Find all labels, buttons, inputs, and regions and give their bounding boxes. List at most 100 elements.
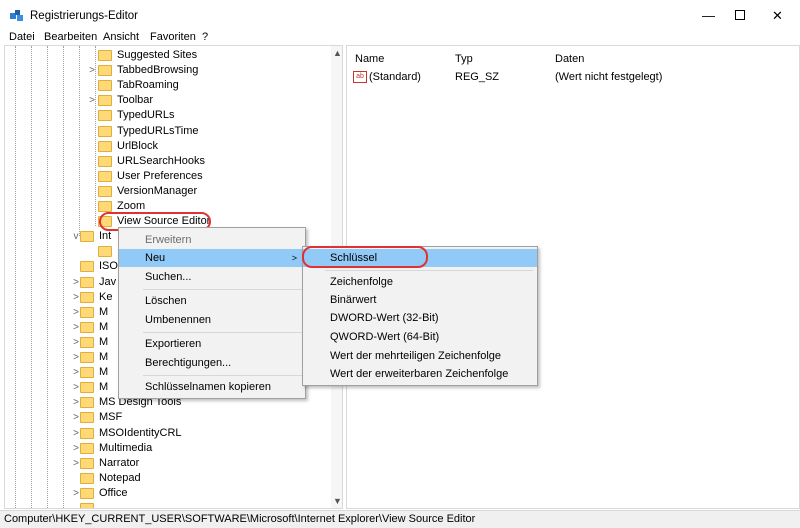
tree-item[interactable]: > TabbedBrowsing	[5, 63, 325, 78]
folder-icon	[98, 140, 112, 152]
tree-item-label: VersionManager	[117, 184, 198, 197]
tree-item[interactable]: > MSOIdentityCRL	[5, 426, 325, 441]
menu-separator	[143, 332, 303, 333]
tree-item-label: Int	[99, 230, 112, 243]
tree-item-label: Narrator	[99, 456, 140, 469]
folder-icon	[80, 261, 94, 273]
folder-icon	[80, 503, 94, 508]
tree-item-label: TypedURLs	[117, 109, 175, 122]
folder-icon	[80, 472, 94, 484]
folder-icon	[98, 201, 112, 212]
title-bar: Registrierungs-Editor — ✕	[0, 0, 800, 31]
submenu-item-multi-string[interactable]: Wert der mehrteiligen Zeichenfolge	[303, 347, 537, 365]
tree-item[interactable]: Suggested Sites	[5, 48, 325, 63]
folder-icon	[80, 276, 94, 288]
menu-help[interactable]: ?	[202, 31, 208, 43]
status-bar: Computer\HKEY_CURRENT_USER\SOFTWARE\Micr…	[0, 510, 800, 528]
tree-item[interactable]: > Narrator	[5, 456, 325, 471]
menu-item-umbenennen[interactable]: Umbenennen	[119, 311, 305, 329]
folder-icon	[98, 246, 112, 258]
tree-item[interactable]: > Office	[5, 486, 325, 501]
folder-icon	[80, 397, 94, 409]
menu-ansicht[interactable]: Ansicht	[103, 31, 139, 43]
value-type: REG_SZ	[455, 71, 500, 83]
menu-item-erweitern[interactable]: Erweitern	[119, 231, 305, 249]
minimize-icon: —	[702, 8, 715, 23]
menu-bar: Datei Bearbeiten Ansicht Favoriten ?	[0, 31, 800, 45]
tree-item[interactable]	[5, 501, 325, 508]
folder-icon	[80, 442, 94, 454]
value-data: (Wert nicht festgelegt)	[555, 71, 663, 83]
menu-item-berechtigungen[interactable]: Berechtigungen...	[119, 354, 305, 372]
submenu-item-qword[interactable]: QWORD-Wert (64-Bit)	[303, 328, 537, 346]
menu-item-schluesselnamen-kopieren[interactable]: Schlüsselnamen kopieren	[119, 378, 305, 396]
context-menu: Erweitern Neu > Suchen... Löschen Umbene…	[118, 227, 306, 399]
tree-item[interactable]: URLSearchHooks	[5, 154, 325, 169]
close-button[interactable]: ✕	[755, 0, 800, 31]
annotation-oval-submenu	[302, 246, 428, 268]
chevron-right-icon[interactable]: >	[87, 93, 97, 108]
folder-icon	[80, 231, 94, 243]
tree-item-label: MSOIdentityCRL	[99, 426, 182, 439]
menu-item-suchen[interactable]: Suchen...	[119, 268, 305, 286]
tree-item-label: TabRoaming	[117, 79, 179, 92]
menu-item-exportieren[interactable]: Exportieren	[119, 335, 305, 353]
value-name: (Standard)	[369, 71, 421, 83]
tree-item[interactable]: TypedURLsTime	[5, 124, 325, 139]
folder-icon	[80, 427, 94, 439]
tree-item[interactable]: Notepad	[5, 471, 325, 486]
folder-icon	[98, 125, 112, 137]
list-item[interactable]: ab (Standard) REG_SZ (Wert nicht festgel…	[353, 70, 793, 85]
tree-item[interactable]: > MSF	[5, 410, 325, 425]
menu-separator	[143, 289, 303, 290]
submenu-item-dword[interactable]: DWORD-Wert (32-Bit)	[303, 309, 537, 327]
tree-item-label: URLSearchHooks	[117, 154, 206, 167]
folder-icon	[80, 352, 94, 363]
tree-item[interactable]: > Multimedia	[5, 441, 325, 456]
tree-item-label: Multimedia	[99, 441, 153, 454]
tree-item-label: M	[99, 381, 109, 394]
registry-editor-icon	[10, 10, 23, 21]
window-title: Registrierungs-Editor	[30, 10, 139, 22]
scroll-up-icon[interactable]: ▲	[333, 48, 342, 58]
folder-icon	[98, 80, 112, 92]
tree-item-label: M	[99, 305, 109, 318]
column-header-name[interactable]: Name	[355, 53, 384, 65]
column-header-type[interactable]: Typ	[455, 53, 473, 65]
folder-icon	[80, 336, 94, 348]
string-value-icon: ab	[353, 71, 367, 83]
tree-item-label: User Preferences	[117, 169, 203, 182]
submenu-item-expandable-string[interactable]: Wert der erweiterbaren Zeichenfolge	[303, 365, 537, 383]
folder-icon	[80, 487, 94, 499]
column-header-data[interactable]: Daten	[555, 53, 584, 65]
tree-item[interactable]: User Preferences	[5, 169, 325, 184]
menu-bearbeiten[interactable]: Bearbeiten	[44, 31, 97, 43]
folder-icon	[98, 95, 112, 107]
tree-item[interactable]: TabRoaming	[5, 78, 325, 93]
folder-icon	[80, 291, 94, 303]
tree-item-label: Jav	[99, 275, 117, 288]
chevron-right-icon[interactable]: >	[87, 63, 97, 78]
tree-item-label: TypedURLsTime	[117, 124, 199, 137]
tree-item-label: M	[99, 335, 109, 348]
folder-icon	[80, 382, 94, 394]
tree-item-label: Suggested Sites	[117, 49, 198, 61]
tree-item[interactable]: UrlBlock	[5, 139, 325, 154]
tree-item[interactable]: > Toolbar	[5, 93, 325, 108]
menu-datei[interactable]: Datei	[9, 31, 35, 43]
tree-item[interactable]: VersionManager	[5, 184, 325, 199]
folder-icon	[80, 412, 94, 424]
tree-item-label: TabbedBrowsing	[117, 64, 199, 77]
scroll-down-icon[interactable]: ▼	[333, 496, 342, 506]
menu-favoriten[interactable]: Favoriten	[150, 31, 196, 43]
menu-separator	[325, 270, 533, 271]
menu-item-neu[interactable]: Neu >	[119, 249, 305, 267]
tree-item-label: M	[99, 320, 109, 333]
submenu-item-zeichenfolge[interactable]: Zeichenfolge	[303, 273, 537, 291]
close-icon: ✕	[772, 8, 783, 23]
menu-item-loeschen[interactable]: Löschen	[119, 292, 305, 310]
menu-item-neu-label: Neu	[145, 252, 166, 264]
tree-item-label: M	[99, 366, 109, 379]
tree-item[interactable]: TypedURLs	[5, 108, 325, 123]
submenu-item-binaerwert[interactable]: Binärwert	[303, 291, 537, 309]
